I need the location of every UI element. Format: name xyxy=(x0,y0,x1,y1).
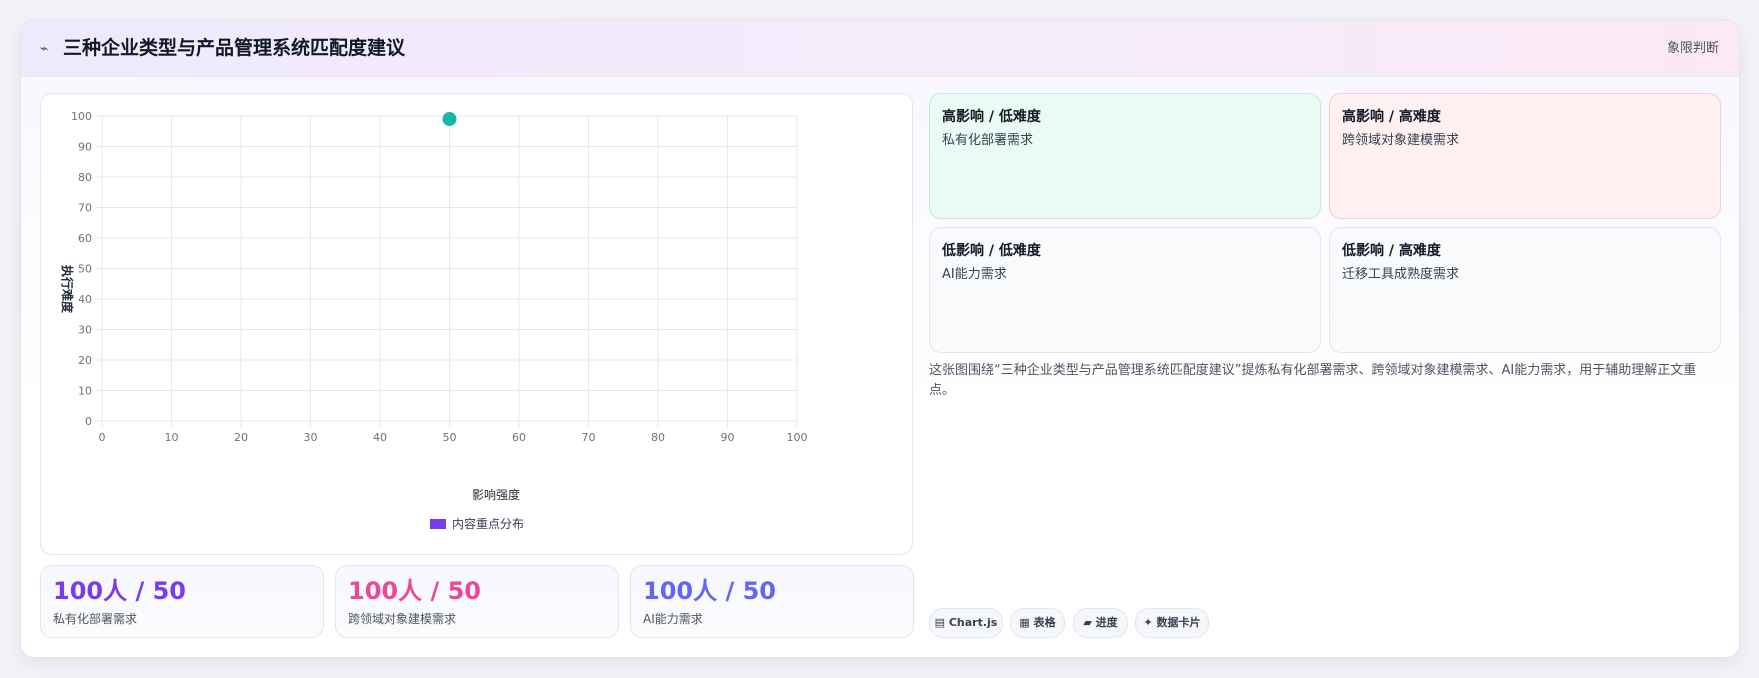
stat-value: 100人 / 50 xyxy=(348,577,481,605)
quadrant-item: 跨领域对象建模需求 xyxy=(1342,133,1460,148)
y-tick-label: 80 xyxy=(78,171,92,184)
quadrant-low-impact-high-difficulty: 低影响 / 高难度 迁移工具成熟度需求 xyxy=(1329,227,1721,353)
stat-value: 100人 / 50 xyxy=(53,577,186,605)
chip-progress[interactable]: ▰ 进度 xyxy=(1073,608,1128,638)
stat-card-private-deploy: 100人 / 50 私有化部署需求 xyxy=(40,565,324,638)
stat-label: 私有化部署需求 xyxy=(53,612,138,626)
data-points xyxy=(442,112,457,127)
legend-label: 内容重点分布 xyxy=(452,516,524,531)
chip-table[interactable]: ▦ 表格 xyxy=(1010,608,1065,638)
x-axis-ticks: 0 10 20 30 40 50 60 70 80 90 100 xyxy=(99,431,808,444)
y-tick-label: 60 xyxy=(78,232,92,245)
scatter-point[interactable] xyxy=(442,112,457,127)
quadrant-title: 高影响 / 高难度 xyxy=(1342,109,1441,125)
y-tick-label: 100 xyxy=(71,110,92,123)
page-title: 三种企业类型与产品管理系统匹配度建议 xyxy=(63,37,406,59)
quadrant-item: 私有化部署需求 xyxy=(942,133,1034,148)
quadrant-item: 迁移工具成熟度需求 xyxy=(1342,267,1460,282)
legend-swatch xyxy=(430,519,446,529)
y-tick-label: 0 xyxy=(85,415,92,428)
y-tick-label: 90 xyxy=(78,141,92,154)
chart-panel: 0 10 20 30 40 50 60 70 80 90 100 0 10 20 30 40 50 60 70 80… xyxy=(40,93,913,555)
stat-label: AI能力需求 xyxy=(643,612,703,626)
x-tick-label: 10 xyxy=(165,431,179,444)
card-header: ⌁ 三种企业类型与产品管理系统匹配度建议 象限判断 xyxy=(21,21,1739,77)
content-card: ⌁ 三种企业类型与产品管理系统匹配度建议 象限判断 0 10 20 30 40 50 60 7… xyxy=(20,20,1740,658)
quadrant-high-impact-low-difficulty: 高影响 / 低难度 私有化部署需求 xyxy=(929,93,1321,219)
chip-chartjs[interactable]: ▤ Chart.js xyxy=(929,608,1003,638)
y-tick-label: 50 xyxy=(78,263,92,276)
x-tick-label: 90 xyxy=(721,431,735,444)
x-axis-label: 影响强度 xyxy=(472,487,520,502)
scatter-chart: 0 10 20 30 40 50 60 70 80 90 100 0 10 20 30 40 50 60 70 80… xyxy=(60,110,808,531)
y-tick-label: 70 xyxy=(78,202,92,215)
x-tick-label: 70 xyxy=(582,431,596,444)
x-tick-label: 30 xyxy=(304,431,318,444)
y-tick-label: 20 xyxy=(78,354,92,367)
x-tick-label: 40 xyxy=(373,431,387,444)
legend[interactable]: 内容重点分布 xyxy=(430,516,524,531)
y-axis-label: 执行难度 xyxy=(60,265,75,314)
quadrant-high-impact-high-difficulty: 高影响 / 高难度 跨领域对象建模需求 xyxy=(1329,93,1721,219)
quadrant-title: 低影响 / 低难度 xyxy=(942,243,1041,259)
stat-value: 100人 / 50 xyxy=(643,577,776,605)
quadrant-item: AI能力需求 xyxy=(942,267,1007,282)
spark-icon: ⌁ xyxy=(40,41,49,57)
quadrant-title: 低影响 / 高难度 xyxy=(1342,243,1441,259)
y-tick-label: 40 xyxy=(78,293,92,306)
x-tick-label: 0 xyxy=(99,431,106,444)
quadrant-tag: 象限判断 xyxy=(1666,41,1719,56)
stat-card-cross-domain: 100人 / 50 跨领域对象建模需求 xyxy=(335,565,619,638)
y-tick-label: 30 xyxy=(78,324,92,337)
quadrant-title: 高影响 / 低难度 xyxy=(942,109,1041,125)
x-tick-label: 100 xyxy=(787,431,808,444)
chip-data-card[interactable]: ✦ 数据卡片 xyxy=(1135,608,1209,638)
stat-label: 跨领域对象建模需求 xyxy=(348,612,457,626)
quadrant-low-impact-low-difficulty: 低影响 / 低难度 AI能力需求 xyxy=(929,227,1321,353)
x-tick-label: 20 xyxy=(234,431,248,444)
stat-card-ai: 100人 / 50 AI能力需求 xyxy=(630,565,914,638)
chart-description: 这张图围绕“三种企业类型与产品管理系统匹配度建议”提炼私有化部署需求、跨领域对象… xyxy=(929,363,1697,398)
y-tick-label: 10 xyxy=(78,385,92,398)
x-tick-label: 60 xyxy=(512,431,526,444)
grid xyxy=(96,115,798,427)
x-tick-label: 50 xyxy=(443,431,457,444)
x-tick-label: 80 xyxy=(651,431,665,444)
